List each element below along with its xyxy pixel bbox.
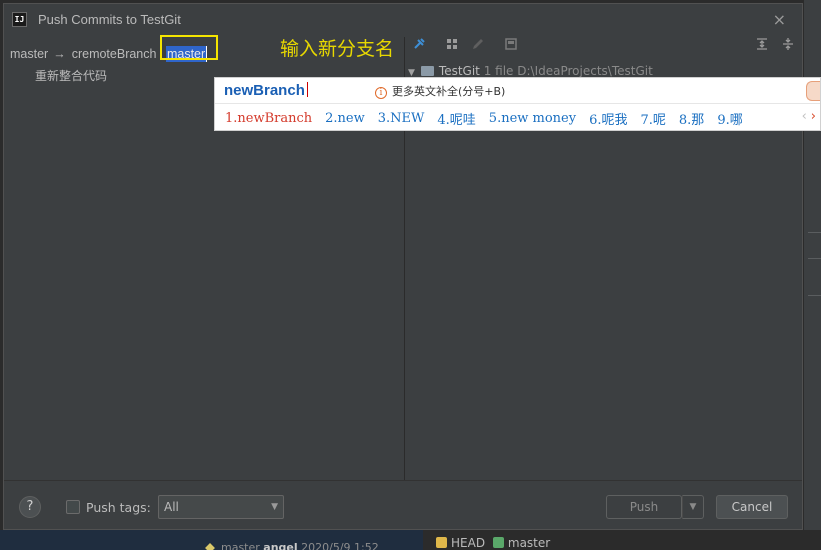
target-branch-highlight — [160, 35, 218, 60]
log-author: angel — [263, 541, 298, 550]
info-icon: i — [375, 87, 387, 99]
tree-root-name: TestGit — [438, 64, 480, 78]
tag-icon — [436, 537, 447, 548]
next-page-icon[interactable]: › — [811, 109, 816, 124]
push-tags-label: Push tags: — [86, 500, 151, 515]
prev-page-icon[interactable]: ‹ — [802, 109, 807, 124]
ime-page-nav: ‹ › — [798, 109, 816, 124]
ime-composition-row: newBranch i 更多英文补全(分号+B) — [215, 78, 820, 104]
push-tags-value: All — [164, 500, 179, 514]
expand-all-icon[interactable] — [755, 37, 769, 51]
push-tags-select[interactable]: All ▼ — [158, 495, 284, 519]
pin-icon[interactable] — [412, 37, 426, 51]
push-tags-checkbox[interactable] — [66, 500, 80, 514]
log-branch: master — [221, 541, 260, 550]
log-date: 2020/5/9 1:52 — [301, 541, 379, 550]
ime-candidate[interactable]: 1.newBranch — [225, 111, 312, 126]
ime-candidate-list: 1.newBranch 2.new 3.NEW 4.呢哇 5.new money… — [225, 108, 756, 128]
source-branch: master — [10, 47, 49, 61]
cancel-button[interactable]: Cancel — [716, 495, 788, 519]
commit-item[interactable]: 重新整合代码 — [35, 67, 107, 84]
annotation-text: 输入新分支名 — [280, 38, 395, 60]
help-button[interactable]: ? — [19, 496, 41, 518]
push-dropdown-chevron-icon[interactable]: ▼ — [682, 495, 704, 519]
ime-info-text: 更多英文补全(分号+B) — [392, 85, 506, 98]
ime-candidate[interactable]: 6.呢我 — [589, 109, 627, 128]
ime-candidate[interactable]: 3.NEW — [378, 111, 425, 126]
ime-candidate-window: newBranch i 更多英文补全(分号+B) 1.newBranch 2.ne… — [214, 77, 821, 131]
ime-candidate[interactable]: 5.new money — [489, 111, 576, 126]
collapse-all-icon[interactable] — [781, 37, 795, 51]
chevron-down-icon: ▼ — [271, 502, 278, 512]
ref-head: HEAD — [451, 536, 486, 550]
tag-icon — [205, 543, 215, 550]
ime-candidate[interactable]: 9.哪 — [717, 109, 742, 128]
show-diff-icon[interactable] — [504, 37, 518, 51]
ime-candidate[interactable]: 2.new — [325, 111, 365, 126]
ime-composition: newBranch — [224, 82, 308, 99]
arrow-right-icon: → — [53, 47, 66, 61]
ime-candidate[interactable]: 8.那 — [679, 109, 704, 128]
dialog-title: Push Commits to TestGit — [38, 11, 181, 27]
intellij-app-icon: IJ — [12, 11, 27, 27]
log-row: master angel 2020/5/9 1:52 — [205, 541, 379, 550]
refs-row: HEAD master — [436, 536, 550, 550]
tree-root-meta: 1 file D:\IdeaProjects\TestGit — [483, 64, 653, 78]
title-bar: IJ Push Commits to TestGit × — [4, 4, 802, 34]
push-button[interactable]: Push — [606, 495, 682, 519]
tree-root-row[interactable]: ▼ TestGit 1 file D:\IdeaProjects\TestGit — [408, 64, 653, 78]
ref-master: master — [507, 536, 551, 550]
close-icon[interactable]: × — [773, 10, 786, 29]
ime-logo-icon — [806, 81, 820, 101]
branch-tag-icon — [492, 537, 504, 548]
ime-candidate[interactable]: 4.呢哇 — [437, 109, 475, 128]
folder-icon — [420, 66, 434, 76]
group-by-icon[interactable] — [446, 37, 460, 51]
ime-info[interactable]: i 更多英文补全(分号+B) — [375, 83, 505, 99]
pane-separator — [4, 480, 802, 481]
ime-candidate[interactable]: 7.呢 — [641, 109, 666, 128]
remote-name[interactable]: cremoteBranch — [72, 47, 157, 61]
edit-icon[interactable] — [471, 37, 485, 51]
